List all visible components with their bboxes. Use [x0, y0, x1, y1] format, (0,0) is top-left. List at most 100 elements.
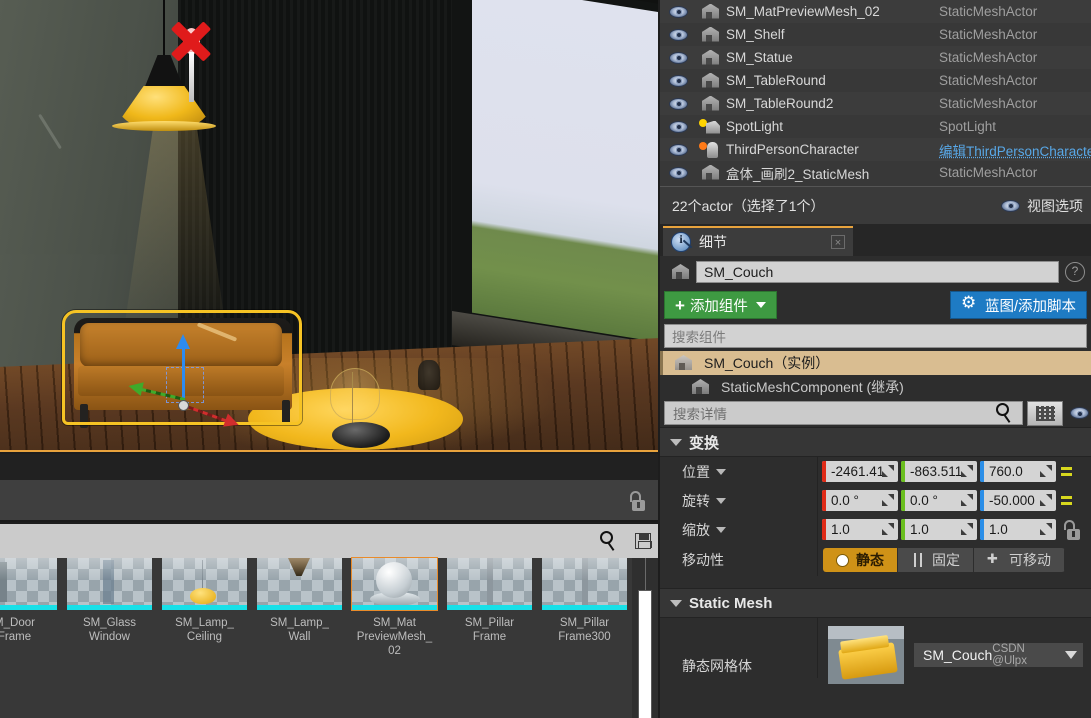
visibility-toggle[interactable] — [660, 143, 696, 156]
transform-label-cell[interactable]: 旋转 — [660, 486, 818, 515]
transform-value-field[interactable]: -863.511 — [901, 461, 977, 482]
view-options-button[interactable]: 视图选项 — [1001, 196, 1083, 216]
content-browser-search-input[interactable] — [0, 524, 598, 558]
content-browser-scrollbar[interactable] — [638, 590, 652, 718]
outliner-item-type[interactable]: 编辑ThirdPersonCharacter — [939, 140, 1091, 160]
visibility-filter-button[interactable] — [1067, 401, 1091, 426]
mobility-option-2[interactable]: 可移动 — [974, 548, 1065, 572]
outliner-row[interactable]: SM_Shelf StaticMeshActor — [660, 23, 1091, 46]
table-lamp-base[interactable] — [332, 422, 390, 448]
transform-value-field[interactable]: 1.0 — [901, 519, 977, 540]
transform-value-field[interactable]: 0.0 ° — [901, 490, 977, 511]
level-viewport[interactable] — [0, 0, 658, 452]
transform-value-field[interactable]: 760.0 — [980, 461, 1056, 482]
content-browser-search-bar[interactable] — [0, 524, 658, 558]
asset-tile[interactable]: SM_Pillar Frame300 — [542, 558, 627, 644]
asset-thumbnail[interactable] — [67, 558, 152, 610]
transform-section-header[interactable]: 变换 — [660, 427, 1091, 457]
chevron-down-icon[interactable] — [716, 468, 726, 475]
transform-label: 旋转 — [682, 492, 710, 509]
transform-value-field[interactable]: -2461.41 — [822, 461, 898, 482]
add-component-button[interactable]: + 添加组件 — [664, 291, 777, 319]
chevron-down-icon[interactable] — [1065, 651, 1077, 659]
asset-thumbnail[interactable] — [542, 558, 627, 610]
gizmo-center-handle[interactable] — [178, 400, 189, 411]
world-outliner[interactable]: SM_MatPreviewMesh_02 StaticMeshActor SM_Sh… — [660, 0, 1091, 186]
spinner-icon[interactable] — [961, 465, 973, 477]
details-search-input[interactable]: 搜索详情 — [664, 401, 1023, 425]
spinner-icon[interactable] — [1040, 465, 1052, 477]
transform-value-field[interactable]: -50.000 — [980, 490, 1056, 511]
visibility-toggle[interactable] — [660, 5, 696, 18]
visibility-toggle[interactable] — [660, 28, 696, 41]
help-icon[interactable] — [1065, 262, 1085, 282]
outliner-row[interactable]: SM_TableRound StaticMeshActor — [660, 69, 1091, 92]
mobility-option-1[interactable]: 固定 — [898, 548, 974, 572]
static-mesh-icon — [686, 377, 716, 397]
spinner-icon[interactable] — [961, 523, 973, 535]
content-browser-grid[interactable]: M_Door Frame SM_Glass Window SM_Lamp_ Ceil… — [0, 557, 658, 718]
spinner-icon[interactable] — [961, 494, 973, 506]
gizmo-z-axis[interactable] — [176, 334, 190, 405]
save-icon[interactable] — [628, 524, 658, 558]
static-mesh-section-header[interactable]: Static Mesh — [660, 588, 1091, 618]
visibility-toggle[interactable] — [660, 120, 696, 133]
visibility-toggle[interactable] — [660, 74, 696, 87]
asset-thumbnail[interactable] — [828, 626, 904, 684]
transform-value-field[interactable]: 0.0 ° — [822, 490, 898, 511]
transform-value-field[interactable]: 1.0 — [980, 519, 1056, 540]
outliner-row[interactable]: 盒体_画刷2_StaticMesh StaticMeshActor — [660, 161, 1091, 184]
component-search-input[interactable]: 搜索组件 — [664, 324, 1087, 348]
transform-value: 0.0 ° — [831, 493, 859, 508]
outliner-row[interactable]: SM_MatPreviewMesh_02 StaticMeshActor — [660, 0, 1091, 23]
lock-icon[interactable] — [628, 491, 646, 511]
outliner-row[interactable]: SM_TableRound2 StaticMeshActor — [660, 92, 1091, 115]
asset-tile[interactable]: SM_Lamp_ Wall — [257, 558, 342, 644]
asset-tile[interactable]: M_Door Frame — [0, 558, 57, 644]
visibility-toggle[interactable] — [660, 97, 696, 110]
component-tree-item[interactable]: SM_Couch（实例） — [660, 351, 1091, 375]
asset-thumbnail[interactable] — [0, 558, 57, 610]
blueprint-script-button[interactable]: 蓝图/添加脚本 — [949, 291, 1087, 319]
spinner-icon[interactable] — [882, 465, 894, 477]
mobility-option-0[interactable]: 静态 — [823, 548, 898, 572]
character-icon — [696, 140, 726, 160]
asset-combo-box[interactable]: SM_Couch CSDN @Ulpx — [914, 643, 1083, 667]
spinner-icon[interactable] — [1040, 523, 1052, 535]
static-mesh-asset-picker[interactable]: SM_Couch CSDN @Ulpx — [818, 618, 1091, 684]
actor-name-input[interactable] — [696, 261, 1059, 283]
display-options-button[interactable] — [1027, 400, 1063, 426]
outliner-row[interactable]: SM_Statue StaticMeshActor — [660, 46, 1091, 69]
component-tree-item[interactable]: StaticMeshComponent (继承) — [660, 375, 1091, 399]
asset-thumbnail[interactable] — [351, 557, 438, 611]
visibility-toggle[interactable] — [660, 166, 696, 179]
asset-tile[interactable]: SM_Mat PreviewMesh_ 02 — [351, 557, 438, 658]
outliner-row[interactable]: ThirdPersonCharacter 编辑ThirdPersonCharact… — [660, 138, 1091, 161]
tab-details[interactable]: 细节 × — [663, 226, 853, 256]
asset-thumbnail[interactable] — [447, 558, 532, 610]
close-icon[interactable]: × — [831, 235, 845, 249]
component-tree[interactable]: SM_Couch（实例） StaticMeshComponent (继承) — [660, 351, 1091, 399]
asset-tile[interactable]: SM_Pillar Frame — [447, 558, 532, 644]
reset-to-default-icon[interactable] — [1061, 492, 1077, 510]
spinner-icon[interactable] — [1040, 494, 1052, 506]
transform-value: 1.0 — [910, 522, 929, 537]
details-panel[interactable]: 细节 × + 添加组件 蓝图/添加脚本 搜索组件 SM_Couch（实例） Sta… — [660, 224, 1091, 718]
mobility-option-label: 静态 — [856, 552, 884, 568]
chevron-down-icon[interactable] — [716, 497, 726, 504]
asset-thumbnail[interactable] — [162, 558, 247, 610]
lock-icon[interactable] — [1063, 519, 1081, 540]
transform-value-field[interactable]: 1.0 — [822, 519, 898, 540]
chevron-down-icon[interactable] — [716, 526, 726, 533]
spinner-icon[interactable] — [882, 494, 894, 506]
outliner-row[interactable]: SpotLight SpotLight — [660, 115, 1091, 138]
asset-thumbnail[interactable] — [257, 558, 342, 610]
asset-tile[interactable]: SM_Lamp_ Ceiling — [162, 558, 247, 644]
transform-label-cell[interactable]: 位置 — [660, 457, 818, 486]
delete-x-icon[interactable] — [168, 18, 214, 64]
spinner-icon[interactable] — [882, 523, 894, 535]
asset-tile[interactable]: SM_Glass Window — [67, 558, 152, 644]
visibility-toggle[interactable] — [660, 51, 696, 64]
transform-label-cell[interactable]: 缩放 — [660, 515, 818, 544]
reset-to-default-icon[interactable] — [1061, 463, 1077, 481]
